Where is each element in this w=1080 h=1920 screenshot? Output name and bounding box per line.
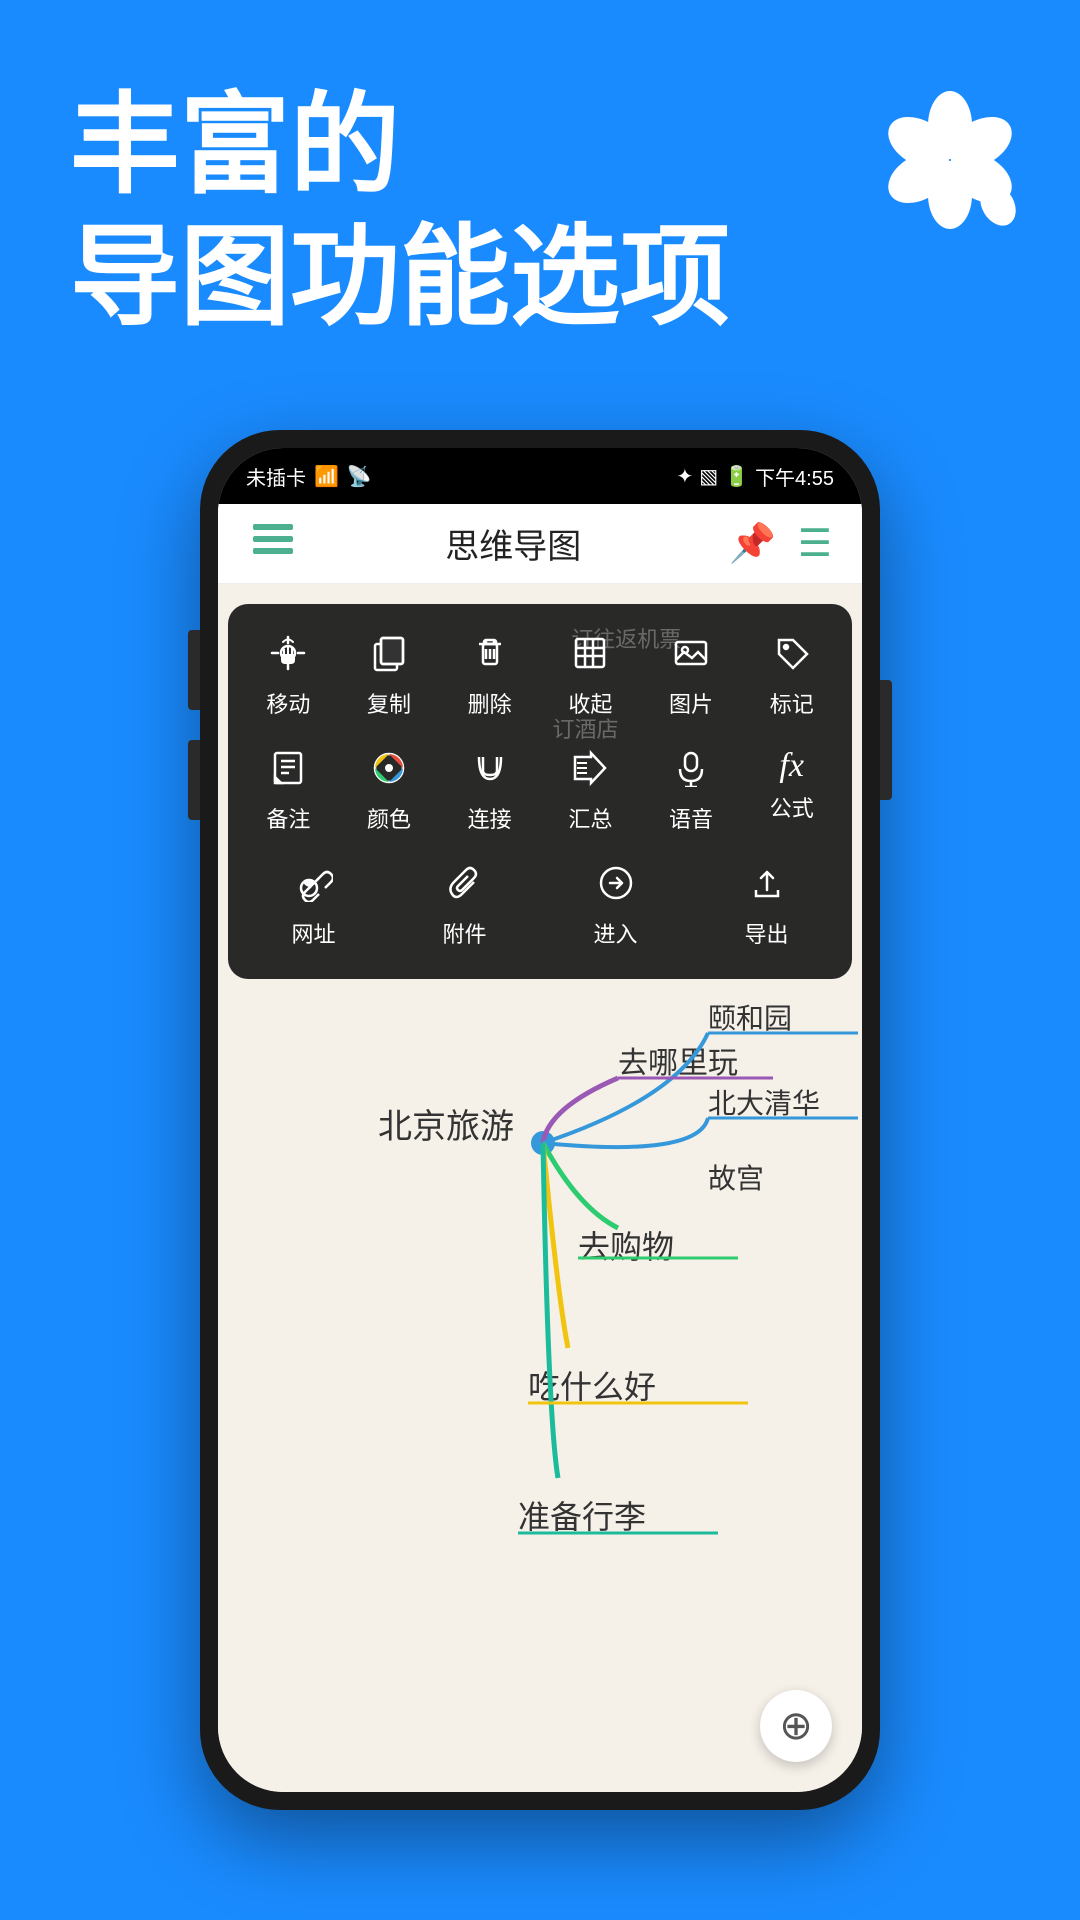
battery-icon: 🔋 [724,464,749,489]
menu-row-3: 网址 附件 [238,854,842,959]
context-menu: 移动 复制 [228,604,852,979]
time-display: 下午4:55 [755,462,834,491]
notch [450,448,630,478]
svg-text:去购物: 去购物 [578,1229,674,1265]
export-icon [748,864,786,909]
copy-icon [370,634,408,679]
delete-label: 删除 [468,687,512,719]
app-bar-right: 📌 ☰ [729,521,832,566]
menu-icon[interactable]: ☰ [798,521,832,566]
svg-text:颐和园: 颐和园 [708,1003,792,1034]
color-label: 颜色 [367,802,411,834]
connect-label: 连接 [468,802,512,834]
title-line1: 丰富的 [70,80,1010,212]
collapse-icon [571,634,609,679]
enter-label: 进入 [593,917,637,949]
formula-label: 公式 [770,791,814,823]
move-icon [269,634,307,679]
menu-item-attachment[interactable]: 附件 [410,854,520,959]
menu-item-tag[interactable]: 标记 [741,624,842,729]
collapse-label: 收起 [568,687,612,719]
menu-row-2: 备注 [238,739,842,844]
status-left: 未插卡 📶 📡 [246,462,372,491]
menu-item-url[interactable]: 网址 [259,854,369,959]
svg-text:北京旅游: 北京旅游 [378,1108,514,1146]
header-title: 丰富的 导图功能选项 [70,80,1010,344]
svg-text:故宫: 故宫 [708,1163,764,1194]
tag-label: 标记 [770,687,814,719]
volume-up-button [188,630,200,710]
url-icon [295,864,333,909]
wifi-icon: 📡 [347,464,372,489]
enter-icon [597,864,635,909]
attachment-label: 附件 [442,917,486,949]
carrier-text: 未插卡 [246,462,306,491]
menu-item-copy[interactable]: 复制 [339,624,440,729]
menu-item-summary[interactable]: 汇总 [540,739,641,844]
note-label: 备注 [266,802,310,834]
tag-icon [773,634,811,679]
app-bar: 思维导图 📌 ☰ [218,504,862,584]
menu-item-delete[interactable]: 删除 [439,624,540,729]
menu-item-image[interactable]: 图片 [641,624,742,729]
content-area: 移动 复制 [218,584,862,1792]
formula-icon: fx [779,749,804,783]
menu-item-connect[interactable]: 连接 [439,739,540,844]
phone-outer: 未插卡 📶 📡 ✦ ▧ 🔋 下午4:55 [200,430,880,1810]
title-line2: 导图功能选项 [70,212,1010,344]
signal-icon: 📶 [314,464,339,489]
image-icon [672,634,710,679]
header-area: 丰富的 导图功能选项 [70,80,1010,344]
url-label: 网址 [291,917,335,949]
layers-icon[interactable] [248,516,298,571]
svg-text:北大清华: 北大清华 [708,1088,820,1119]
menu-item-enter[interactable]: 进入 [561,854,671,959]
volume-down-button [188,740,200,820]
summary-icon [571,749,609,794]
menu-item-voice[interactable]: 语音 [641,739,742,844]
copy-label: 复制 [367,687,411,719]
phone-mockup: 未插卡 📶 📡 ✦ ▧ 🔋 下午4:55 [200,430,880,1810]
color-icon [370,749,408,794]
svg-text:准备行李: 准备行李 [518,1499,646,1535]
summary-label: 汇总 [568,802,612,834]
power-button [880,680,892,800]
note-icon [269,749,307,794]
bluetooth-icon: ✦ [676,464,693,489]
voice-label: 语音 [669,802,713,834]
vibrate-icon: ▧ [699,464,718,489]
status-right: ✦ ▧ 🔋 下午4:55 [676,462,834,491]
image-label: 图片 [669,687,713,719]
menu-row-1: 移动 复制 [238,624,842,729]
menu-item-collapse[interactable]: 收起 [540,624,641,729]
svg-text:吃什么好: 吃什么好 [528,1369,656,1405]
menu-item-move[interactable]: 移动 [238,624,339,729]
menu-item-export[interactable]: 导出 [712,854,822,959]
menu-item-formula[interactable]: fx 公式 [741,739,842,844]
pin-icon[interactable]: 📌 [729,522,776,566]
connect-icon [471,749,509,794]
phone-screen: 未插卡 📶 📡 ✦ ▧ 🔋 下午4:55 [218,448,862,1792]
export-label: 导出 [744,917,788,949]
menu-item-color[interactable]: 颜色 [339,739,440,844]
app-logo [880,90,1020,230]
voice-icon [672,749,710,794]
app-title: 思维导图 [445,519,581,568]
delete-icon [471,634,509,679]
zoom-icon: ⊕ [779,1703,813,1749]
attachment-icon [446,864,484,909]
zoom-button[interactable]: ⊕ [760,1690,832,1762]
move-label: 移动 [266,687,310,719]
menu-item-note[interactable]: 备注 [238,739,339,844]
